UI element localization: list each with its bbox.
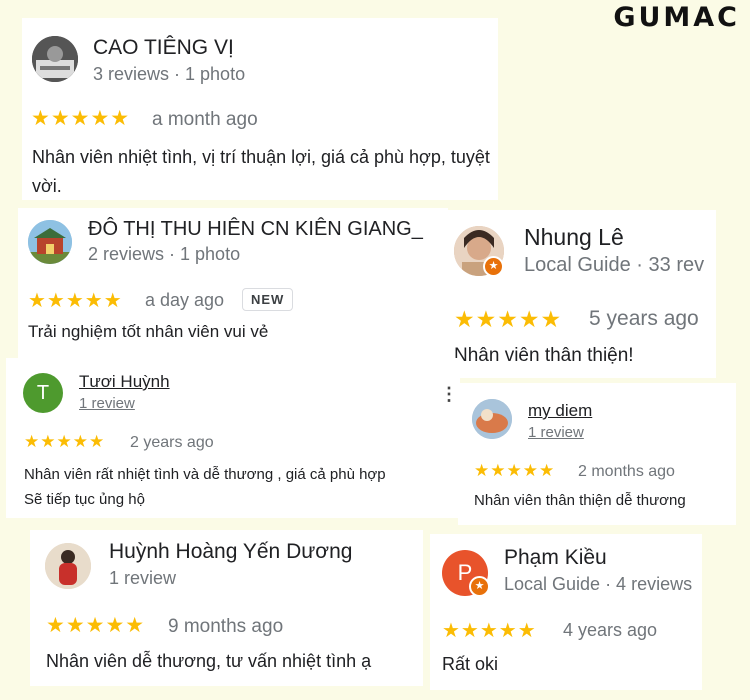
review-text: Trải nghiệm tốt nhân viên vui vẻ <box>28 322 269 341</box>
review-card-cao-tieng-vi: CAO TIÊNG VỊ 3 reviews · 1 photo ★★★★★ a… <box>22 18 498 200</box>
reviewer-name[interactable]: my diem <box>528 401 592 421</box>
more-vert-icon[interactable]: ⋮ <box>440 384 458 405</box>
brand-logo: GUMAC <box>613 2 740 33</box>
reviewer-meta: 3 reviews · 1 photo <box>93 64 246 84</box>
review-date: 2 months ago <box>578 463 675 480</box>
review-date: a month ago <box>152 109 258 130</box>
review-date: 5 years ago <box>589 307 699 330</box>
reviewer-meta: 1 review <box>109 568 177 588</box>
reviewer-name[interactable]: CAO TIÊNG VỊ <box>93 36 234 60</box>
star-rating: ★★★★★ <box>46 614 146 637</box>
avatar[interactable] <box>28 220 72 264</box>
reviewer-meta[interactable]: 1 review <box>528 424 584 441</box>
review-text: Nhân viên thân thiện dễ thương <box>474 492 686 509</box>
star-rating: ★★★★★ <box>454 306 563 332</box>
review-card-my-diem: my diem 1 review ★★★★★ 2 months ago Nhân… <box>458 383 736 525</box>
review-text: Nhân viên dễ thương, tư vấn nhiệt tình ạ <box>46 651 372 671</box>
reviewer-name[interactable]: Tươi Huỳnh <box>79 372 170 392</box>
review-text: Nhân viên rất nhiệt tình và dễ thương , … <box>24 466 386 508</box>
review-card-pham-kieu: P ★ Phạm Kiều Local Guide · 4 reviews ★★… <box>430 534 702 690</box>
review-date: 2 years ago <box>130 434 214 451</box>
review-date: 9 months ago <box>168 616 284 637</box>
reviewer-meta: 2 reviews · 1 photo <box>88 244 241 264</box>
avatar[interactable]: T <box>23 373 63 413</box>
review-card-tuoi-huynh: T Tươi Huỳnh 1 review ⋮ ★★★★★ 2 years ag… <box>6 358 460 518</box>
review-date: 4 years ago <box>563 620 658 640</box>
review-card-nhung-le: ★ Nhung Lê Local Guide · 33 rev ★★★★★ 5 … <box>444 210 716 378</box>
reviewer-meta[interactable]: 1 review <box>79 395 135 412</box>
star-rating: ★★★★★ <box>442 620 537 642</box>
review-text: Nhân viên nhiệt tình, vị trí thuận lợi, … <box>32 147 490 196</box>
reviewer-name[interactable]: Nhung Lê <box>524 224 624 251</box>
review-date: a day ago <box>145 290 225 310</box>
review-text: Rất oki <box>442 654 499 674</box>
local-guide-icon: ★ <box>469 576 490 597</box>
reviewer-meta: Local Guide · 4 reviews <box>504 574 693 594</box>
reviewer-name[interactable]: Phạm Kiều <box>504 546 607 570</box>
local-guide-icon: ★ <box>483 256 504 277</box>
reviewer-meta: Local Guide · 33 rev <box>524 254 705 276</box>
avatar-initial: T <box>36 382 50 404</box>
star-rating: ★★★★★ <box>31 107 131 130</box>
review-card-huynh-hoang-yen-duong: Huỳnh Hoàng Yến Dương 1 review ★★★★★ 9 m… <box>30 530 423 686</box>
avatar[interactable] <box>472 399 512 439</box>
avatar[interactable] <box>45 543 91 589</box>
avatar[interactable] <box>32 36 78 82</box>
star-rating: ★★★★★ <box>28 290 123 312</box>
review-text: Nhân viên thân thiện! <box>454 345 634 366</box>
new-badge: NEW <box>242 288 294 311</box>
reviewer-name[interactable]: ĐÔ THỊ THU HIÊN CN KIÊN GIANG_ <box>88 218 423 241</box>
review-card-do-thi-thu-hien: ĐÔ THỊ THU HIÊN CN KIÊN GIANG_ 2 reviews… <box>18 208 448 358</box>
star-rating: ★★★★★ <box>474 461 556 480</box>
reviewer-name[interactable]: Huỳnh Hoàng Yến Dương <box>109 540 352 564</box>
star-rating: ★★★★★ <box>24 432 106 451</box>
